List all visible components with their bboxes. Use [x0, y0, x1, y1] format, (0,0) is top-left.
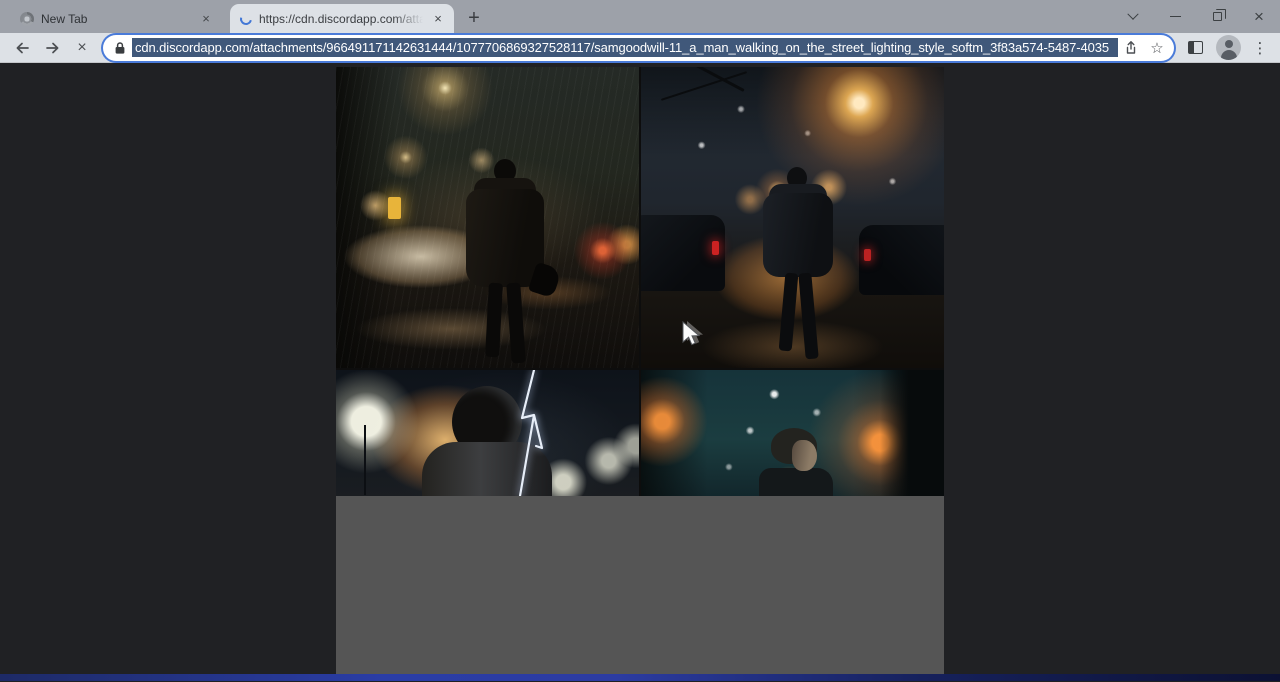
- restore-icon: [1213, 12, 1222, 21]
- share-button[interactable]: [1118, 37, 1144, 59]
- lamp-pole: [364, 425, 366, 495]
- minimize-button[interactable]: [1154, 0, 1196, 33]
- new-tab-button[interactable]: +: [460, 4, 488, 32]
- minimize-icon: [1170, 16, 1181, 18]
- lightning-bolt: [512, 370, 552, 496]
- side-panel-icon: [1188, 41, 1203, 54]
- back-arrow-icon: [14, 40, 31, 56]
- man-coat-silhouette: [763, 193, 833, 277]
- forward-button[interactable]: [38, 34, 66, 62]
- profile-avatar[interactable]: [1216, 35, 1241, 60]
- building-silhouette: [880, 370, 944, 500]
- close-tab-icon[interactable]: ×: [430, 11, 446, 27]
- shop-sign-glow: [388, 197, 401, 219]
- tab-discord-cdn[interactable]: https://cdn.discordapp.com/atta ×: [230, 4, 454, 33]
- parked-car-left: [641, 215, 725, 291]
- tab-strip: New Tab × https://cdn.discordapp.com/att…: [0, 0, 1280, 33]
- taskbar-top-edge: [0, 674, 1280, 681]
- bookmark-star-icon: ☆: [1150, 39, 1163, 57]
- side-panel-button[interactable]: [1181, 34, 1209, 62]
- image-quadrant-top-left: [336, 67, 639, 368]
- share-icon: [1123, 40, 1139, 56]
- image-loading-placeholder: [336, 496, 944, 675]
- toolbar: × cdn.discordapp.com/attachments/9664911…: [0, 33, 1280, 63]
- bookmark-button[interactable]: ☆: [1144, 37, 1170, 59]
- address-bar[interactable]: cdn.discordapp.com/attachments/966491171…: [103, 35, 1174, 61]
- loading-spinner-icon: [238, 10, 254, 26]
- tab-search-button[interactable]: [1112, 0, 1154, 33]
- url-selection-highlight[interactable]: cdn.discordapp.com/attachments/966491171…: [132, 38, 1118, 57]
- page-content: [0, 63, 1280, 681]
- attachment-image: [336, 67, 944, 675]
- man-shoulder-silhouette: [759, 468, 833, 498]
- chrome-logo-icon: [20, 12, 34, 26]
- window-controls: ×: [1112, 0, 1280, 33]
- browser-window: New Tab × https://cdn.discordapp.com/att…: [0, 0, 1280, 681]
- back-button[interactable]: [8, 34, 36, 62]
- chevron-down-icon: [1127, 8, 1138, 19]
- man-leg-silhouette: [485, 283, 503, 358]
- tab-new-tab[interactable]: New Tab ×: [10, 4, 222, 33]
- parked-car-right: [859, 225, 944, 295]
- close-tab-icon[interactable]: ×: [198, 11, 214, 27]
- mouse-cursor: [681, 321, 707, 351]
- stop-loading-button[interactable]: ×: [68, 34, 96, 62]
- man-leg-silhouette: [798, 273, 818, 360]
- url-text[interactable]: cdn.discordapp.com/attachments/966491171…: [135, 40, 1109, 55]
- tab-title: New Tab: [41, 12, 191, 26]
- man-leg-silhouette: [779, 273, 799, 352]
- lock-icon: [114, 41, 126, 55]
- close-window-button[interactable]: ×: [1238, 0, 1280, 33]
- forward-arrow-icon: [44, 40, 61, 56]
- tab-title: https://cdn.discordapp.com/atta: [259, 12, 423, 26]
- man-coat-silhouette: [466, 189, 544, 287]
- man-leg-silhouette: [506, 283, 526, 364]
- browser-menu-button[interactable]: ⋮: [1248, 39, 1272, 57]
- man-profile-face: [792, 440, 817, 471]
- maximize-button[interactable]: [1196, 0, 1238, 33]
